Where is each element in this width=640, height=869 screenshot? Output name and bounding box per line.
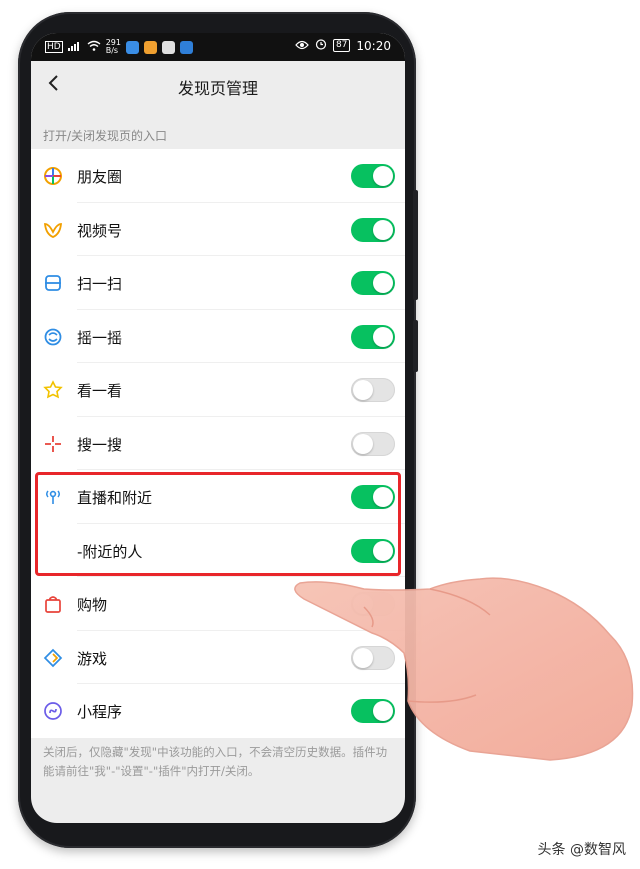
app-notification-icon: [179, 40, 193, 54]
wifi-icon: [87, 40, 101, 54]
setting-label: 购物: [77, 596, 108, 614]
toggle-switch[interactable]: [351, 271, 395, 295]
app-notification-icon: [143, 40, 157, 54]
mini-programs-icon: [43, 701, 63, 721]
navigation-bar: 发现页管理: [31, 61, 405, 107]
setting-row: 看一看: [31, 363, 405, 417]
shopping-icon: [43, 594, 63, 614]
toggle-switch[interactable]: [351, 164, 395, 188]
games-icon: [43, 648, 63, 668]
search-icon: [43, 434, 63, 454]
toggle-knob: [373, 219, 393, 240]
eye-icon: [295, 39, 309, 53]
top-stories-icon: [43, 380, 63, 400]
setting-label: 小程序: [77, 703, 123, 721]
toggle-knob: [373, 273, 393, 293]
setting-label: 扫一扫: [77, 275, 123, 293]
pointing-hand-illustration: [294, 577, 634, 761]
setting-label: 搜一搜: [77, 435, 123, 454]
toggle-knob: [353, 433, 373, 454]
toggle-switch[interactable]: [351, 324, 395, 349]
phone-side-button: [413, 190, 418, 300]
moments-icon: [43, 166, 63, 186]
clock: 10:20: [356, 38, 391, 53]
setting-label: 视频号: [77, 221, 123, 240]
toggle-switch[interactable]: [351, 378, 395, 402]
hd-indicator: HD: [45, 41, 63, 53]
status-bar: HD 291 B/s 87 10:20: [31, 33, 405, 61]
setting-row: 搜一搜: [31, 417, 405, 470]
signal-icon: [67, 40, 82, 54]
section-title: 打开/关闭发现页的入口: [43, 129, 168, 143]
battery-indicator: 87: [332, 39, 351, 52]
toggle-knob: [353, 380, 373, 400]
setting-label: 摇一摇: [77, 328, 123, 347]
phone-side-button: [413, 320, 418, 372]
net-speed: 291 B/s: [105, 38, 121, 55]
toggle-knob: [373, 326, 393, 347]
toggle-switch[interactable]: [351, 217, 395, 242]
setting-row: 扫一扫: [31, 256, 405, 310]
setting-row: 视频号: [31, 203, 405, 256]
channels-icon: [43, 220, 63, 240]
setting-label: 看一看: [77, 382, 123, 400]
setting-row: 朋友圈: [31, 149, 405, 203]
scan-icon: [43, 273, 63, 293]
page-title: 发现页管理: [177, 79, 258, 98]
watermark: 头条 @数智风: [537, 842, 626, 858]
setting-label: 游戏: [77, 649, 108, 668]
setting-label: 朋友圈: [77, 168, 123, 186]
setting-row: 摇一摇: [31, 310, 405, 363]
shake-icon: [43, 327, 63, 347]
app-notification-icon: [161, 40, 175, 54]
app-notification-icon: [125, 40, 139, 54]
alarm-icon: [315, 38, 327, 53]
toggle-switch[interactable]: [351, 431, 395, 456]
toggle-knob: [373, 166, 393, 186]
